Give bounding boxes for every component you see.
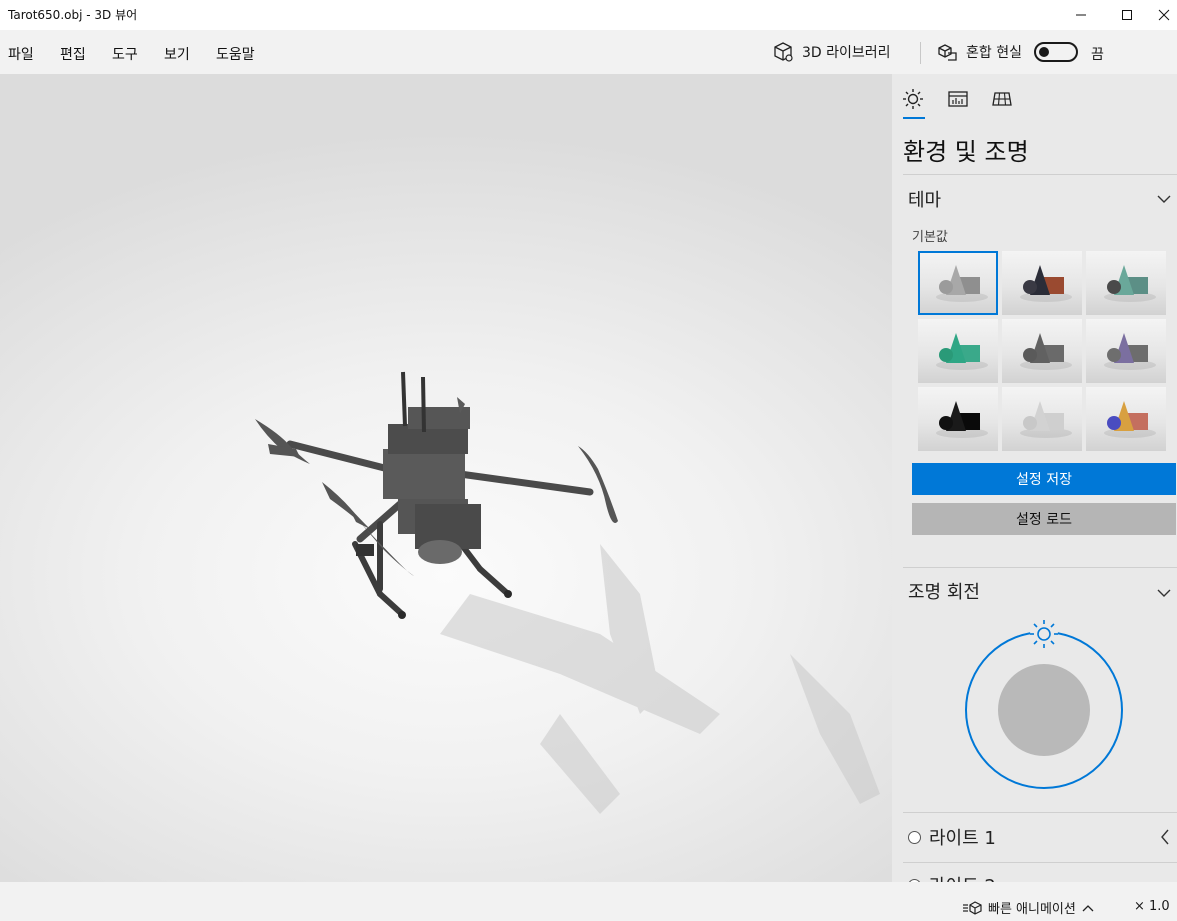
sun-icon <box>903 89 923 109</box>
chevron-down-icon[interactable] <box>1157 588 1171 598</box>
tab-environment[interactable] <box>900 86 926 112</box>
theme-white[interactable] <box>1002 387 1082 451</box>
menu-help[interactable]: 도움말 <box>216 44 255 64</box>
light-sun-icon <box>1030 620 1058 648</box>
load-settings-button[interactable]: 설정 로드 <box>912 503 1176 535</box>
close-button[interactable] <box>1150 0 1177 30</box>
environment-panel: 환경 및 조명 테마 기본값 설정 저장 설정 로드 조명 회전 라이트 1 <box>892 74 1177 882</box>
stats-icon <box>948 91 968 107</box>
theme-preview-icon <box>1104 401 1156 438</box>
chevron-up-icon <box>1082 904 1094 911</box>
theme-section-title[interactable]: 테마 <box>908 186 941 212</box>
panel-title: 환경 및 조명 <box>903 138 1029 166</box>
theme-multicolor[interactable] <box>1086 387 1166 451</box>
theme-grid <box>918 251 1166 451</box>
model-shadow <box>440 544 880 814</box>
3d-viewport[interactable] <box>0 74 892 882</box>
theme-preview-icon <box>936 265 988 302</box>
theme-preview-icon <box>1104 333 1156 370</box>
quick-animation-button[interactable]: 빠른 애니메이션 <box>962 898 1094 917</box>
theme-preview-icon <box>936 333 988 370</box>
theme-brown-dark[interactable] <box>1002 251 1082 315</box>
light-1-radio[interactable] <box>908 830 921 844</box>
theme-preview-icon <box>1020 401 1072 438</box>
theme-purple[interactable] <box>1086 319 1166 383</box>
theme-default-label: 기본값 <box>912 230 948 245</box>
light-1-row[interactable]: 라이트 1 <box>908 822 996 852</box>
light-2-row[interactable]: 라이트 2 <box>908 870 996 882</box>
divider <box>903 567 1177 568</box>
theme-preview-icon <box>1020 333 1072 370</box>
menu-bar: 파일 편집 도구 보기 도움말 3D 라이브러리 혼합 현실 끔 <box>0 30 1177 74</box>
quick-animation-label: 빠른 애니메이션 <box>988 902 1076 917</box>
3d-library-label: 3D 라이브러리 <box>802 45 891 61</box>
mixed-reality-icon <box>938 44 957 61</box>
tab-grid[interactable] <box>989 86 1015 112</box>
active-tab-indicator <box>903 117 925 119</box>
mixed-reality-button[interactable]: 혼합 현실 <box>936 40 1022 64</box>
drone-model <box>255 371 880 814</box>
theme-teal[interactable] <box>1086 251 1166 315</box>
animation-speed[interactable]: × 1.0 <box>1134 899 1170 914</box>
light-rotation-dial[interactable] <box>964 614 1124 790</box>
menu-view[interactable]: 보기 <box>164 44 190 64</box>
theme-preview-icon <box>1104 265 1156 302</box>
chevron-left-icon[interactable] <box>1160 829 1170 845</box>
theme-black[interactable] <box>918 387 998 451</box>
menu-separator <box>920 42 921 64</box>
chevron-down-icon[interactable] <box>1157 194 1171 204</box>
maximize-button[interactable] <box>1104 0 1150 30</box>
light-rotation-section-title[interactable]: 조명 회전 <box>908 578 980 604</box>
animation-icon <box>963 900 982 915</box>
save-settings-button[interactable]: 설정 저장 <box>912 463 1176 495</box>
toggle-knob <box>1039 47 1049 57</box>
menu-file[interactable]: 파일 <box>8 44 34 64</box>
tab-stats[interactable] <box>945 86 971 112</box>
cube-icon <box>774 42 793 62</box>
mixed-reality-label: 혼합 현실 <box>966 45 1022 61</box>
divider <box>903 862 1177 863</box>
status-bar: 빠른 애니메이션 × 1.0 <box>0 882 1177 921</box>
divider <box>903 812 1177 813</box>
grid-icon <box>992 92 1012 106</box>
theme-dark-gray[interactable] <box>1002 319 1082 383</box>
theme-gray[interactable] <box>918 251 998 315</box>
close-icon <box>1158 9 1169 21</box>
window-title: Tarot650.obj - 3D 뷰어 <box>8 8 138 22</box>
divider <box>903 174 1177 175</box>
mixed-reality-toggle[interactable] <box>1034 42 1078 62</box>
theme-preview-icon <box>936 401 988 438</box>
3d-library-button[interactable]: 3D 라이브러리 <box>772 40 891 64</box>
minimize-icon <box>1076 14 1086 16</box>
maximize-icon <box>1122 10 1132 20</box>
minimize-button[interactable] <box>1058 0 1104 30</box>
light-1-label: 라이트 1 <box>929 828 996 849</box>
menu-edit[interactable]: 편집 <box>60 44 86 64</box>
theme-green[interactable] <box>918 319 998 383</box>
theme-preview-icon <box>1020 265 1072 302</box>
title-bar: Tarot650.obj - 3D 뷰어 <box>0 0 1177 30</box>
toggle-state-label: 끔 <box>1091 47 1104 63</box>
menu-tools[interactable]: 도구 <box>112 44 138 64</box>
light-2-label: 라이트 2 <box>929 872 996 882</box>
